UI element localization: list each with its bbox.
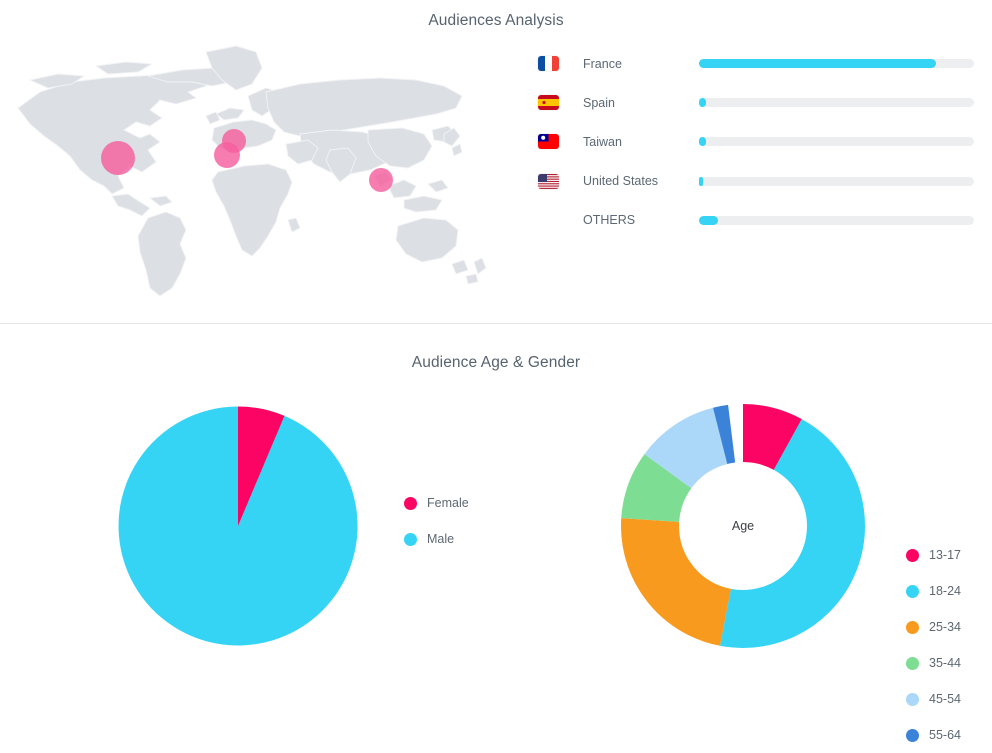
country-row-united-states[interactable]: United States 1% — [538, 162, 984, 201]
country-progress-fill — [699, 59, 936, 69]
country-row-france[interactable]: France 89% — [538, 44, 984, 83]
map-bubble-taiwan — [369, 168, 393, 192]
map-bubble-us — [101, 141, 135, 175]
legend-item-18-24[interactable]: 18-24 — [906, 573, 992, 609]
country-progress-track — [699, 98, 974, 108]
country-name: OTHERS — [583, 213, 636, 228]
world-map[interactable] — [0, 30, 505, 310]
audiences-analysis-section: Audiences Analysis France Spain Taiwan U… — [0, 0, 992, 323]
country-progress-track — [699, 137, 974, 147]
audience-age-gender-section: Audience Age & Gender Female Male Age 13… — [0, 324, 992, 742]
legend-label: Female — [427, 496, 469, 510]
country-name: Spain — [583, 95, 615, 110]
country-percent: 89% — [974, 57, 992, 71]
country-percent: 1% — [974, 174, 992, 188]
legend-item-13-17[interactable]: 13-17 — [906, 537, 992, 573]
legend-label: Male — [427, 532, 455, 546]
flag-us-icon — [538, 173, 559, 189]
legend-swatch-18-24 — [906, 584, 919, 598]
legend-swatch-25-34 — [906, 620, 919, 634]
legend-swatch-female — [404, 496, 417, 510]
flag-taiwan-icon — [538, 134, 559, 150]
legend-item-female[interactable]: Female — [404, 485, 524, 521]
country-progress-fill — [699, 137, 707, 147]
flag-france-icon — [538, 56, 559, 72]
legend-label: 55-64 — [929, 728, 961, 742]
flag-placeholder — [538, 213, 559, 228]
map-bubble-france — [222, 129, 246, 153]
map-landmasses — [17, 45, 487, 297]
country-progress-track — [699, 59, 974, 69]
country-progress-track — [699, 215, 974, 225]
age-donut-chart[interactable]: Age — [620, 402, 866, 650]
country-name: Taiwan — [583, 134, 622, 149]
gender-legend: Female Male — [404, 485, 524, 557]
legend-item-male[interactable]: Male — [404, 521, 524, 557]
section-title: Audience Age & Gender — [411, 354, 581, 371]
legend-item-55-64[interactable]: 55-64 — [906, 717, 992, 753]
country-row-taiwan[interactable]: Taiwan 2% — [538, 122, 984, 161]
page-title: Audiences Analysis — [428, 12, 564, 29]
country-row-others[interactable]: OTHERS 6% — [538, 201, 984, 240]
country-percent: 6% — [974, 213, 992, 227]
flag-spain-icon — [538, 95, 559, 111]
country-percent: 2% — [974, 135, 992, 149]
country-breakdown-list: France 89% Spain 2% Taiwan 2% — [538, 44, 984, 240]
legend-label: 25-34 — [929, 620, 961, 634]
gender-pie-chart[interactable] — [114, 402, 362, 650]
country-progress-track — [699, 176, 974, 186]
legend-label: 18-24 — [929, 584, 961, 598]
legend-swatch-35-44 — [906, 656, 919, 670]
legend-item-25-34[interactable]: 25-34 — [906, 609, 992, 645]
legend-label: 45-54 — [929, 692, 961, 706]
legend-label: 13-17 — [929, 548, 961, 562]
country-row-spain[interactable]: Spain 2% — [538, 83, 984, 122]
country-percent: 2% — [974, 96, 992, 110]
country-name: United States — [583, 174, 659, 189]
country-progress-fill — [699, 176, 703, 186]
legend-swatch-55-64 — [906, 728, 919, 742]
country-progress-fill — [699, 98, 707, 108]
legend-label: 35-44 — [929, 656, 961, 670]
legend-swatch-13-17 — [906, 548, 919, 562]
country-progress-fill — [699, 215, 719, 225]
legend-swatch-45-54 — [906, 692, 919, 706]
legend-item-45-54[interactable]: 45-54 — [906, 681, 992, 717]
legend-swatch-male — [404, 532, 417, 546]
age-legend: 13-17 18-24 25-34 35-44 45-54 55-64 — [906, 537, 992, 753]
country-name: France — [583, 56, 622, 71]
legend-item-35-44[interactable]: 35-44 — [906, 645, 992, 681]
